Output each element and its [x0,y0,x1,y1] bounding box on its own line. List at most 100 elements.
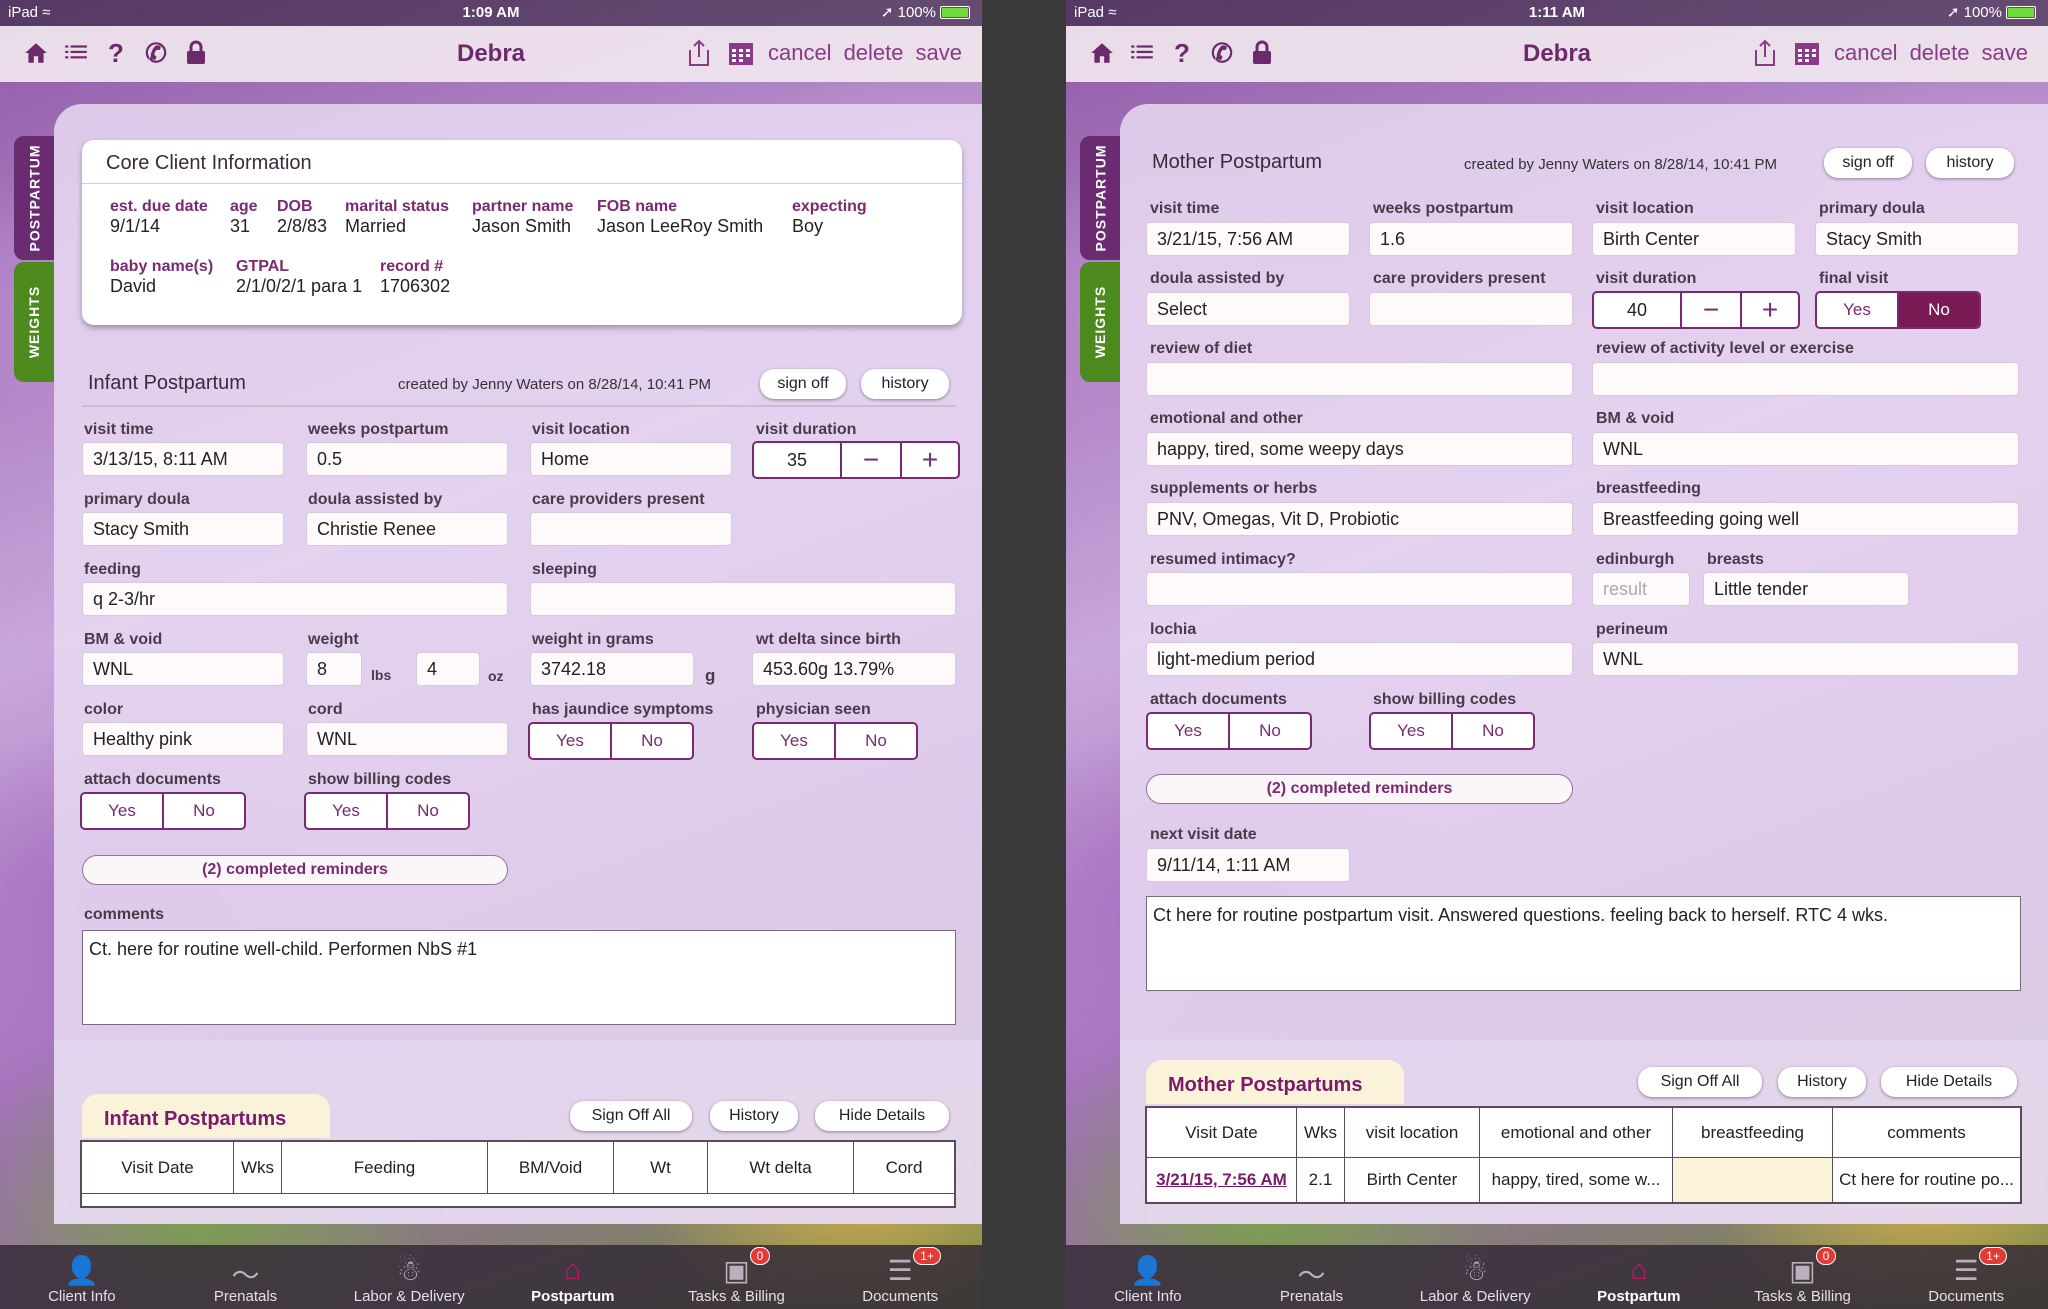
attach-no[interactable]: No [162,794,244,828]
breasts-field[interactable]: Little tender [1703,572,1909,606]
column-header[interactable]: BM/Void [488,1142,614,1193]
tab-postpartum[interactable]: POSTPARTUM [1080,136,1120,260]
color-field[interactable]: Healthy pink [82,722,284,756]
wt-delta-field[interactable]: 453.60g 13.79% [752,652,956,686]
decrement-button[interactable]: − [1682,293,1740,327]
weight-grams-field[interactable]: 3742.18 [530,652,694,686]
history-button[interactable]: history [1926,148,2014,178]
column-header[interactable]: Cord [854,1142,954,1193]
attach-yes[interactable]: Yes [1148,714,1228,748]
list-history-button[interactable]: History [1778,1067,1866,1097]
weeks-postpartum-field[interactable]: 0.5 [306,442,508,476]
tab-documents[interactable]: ☰ 1+ Documents [818,1245,982,1309]
cord-field[interactable]: WNL [306,722,508,756]
column-header[interactable]: Wt delta [708,1142,854,1193]
billing-yes[interactable]: Yes [1371,714,1451,748]
weeks-postpartum-field[interactable]: 1.6 [1369,222,1573,256]
tab-postpartum[interactable]: POSTPARTUM [14,136,54,260]
column-header[interactable]: Wks [1297,1108,1345,1157]
tab-tasks-billing[interactable]: ▣ 0 Tasks & Billing [1721,1245,1885,1309]
share-icon[interactable] [684,38,714,68]
delete-button[interactable]: delete [844,40,904,66]
hide-details-button[interactable]: Hide Details [815,1101,949,1131]
review-diet-field[interactable] [1146,362,1573,396]
column-header[interactable]: Visit Date [1147,1108,1297,1157]
billing-yes[interactable]: Yes [306,794,386,828]
save-button[interactable]: save [1982,40,2028,66]
sign-off-all-button[interactable]: Sign Off All [570,1101,692,1131]
delete-button[interactable]: delete [1910,40,1970,66]
comments-textarea[interactable]: Ct here for routine postpartum visit. An… [1146,896,2021,991]
doula-assisted-field[interactable]: Christie Renee [306,512,508,546]
tab-weights[interactable]: WEIGHTS [1080,262,1120,382]
duration-value[interactable]: 40 [1594,293,1682,327]
column-header[interactable]: breastfeeding [1673,1108,1833,1157]
list-history-button[interactable]: History [710,1101,798,1131]
sleeping-field[interactable] [530,582,956,616]
history-button[interactable]: history [861,369,949,399]
review-activity-field[interactable] [1592,362,2019,396]
tab-prenatals[interactable]: 〜 Prenatals [164,1245,328,1309]
share-icon[interactable] [1750,38,1780,68]
save-button[interactable]: save [916,40,962,66]
duration-value[interactable]: 35 [754,443,842,477]
visit-location-field[interactable]: Birth Center [1592,222,1796,256]
jaundice-no[interactable]: No [610,724,692,758]
billing-no[interactable]: No [1451,714,1533,748]
table-row[interactable]: 3/21/15, 7:56 AM 2.1 Birth Center happy,… [1147,1158,2020,1202]
sign-off-all-button[interactable]: Sign Off All [1638,1067,1762,1097]
primary-doula-field[interactable]: Stacy Smith [82,512,284,546]
tab-postpartum-bottom[interactable]: ⌂ Postpartum [1557,1245,1721,1309]
completed-reminders-button[interactable]: (2) completed reminders [82,855,508,885]
supplements-field[interactable]: PNV, Omegas, Vit D, Probiotic [1146,502,1573,536]
final-visit-no[interactable]: No [1897,293,1979,327]
tab-tasks-billing[interactable]: ▣ 0 Tasks & Billing [655,1245,819,1309]
sign-off-button[interactable]: sign off [1824,148,1912,178]
billing-no[interactable]: No [386,794,468,828]
column-header[interactable]: Wks [234,1142,282,1193]
care-providers-field[interactable] [530,512,732,546]
final-visit-yes[interactable]: Yes [1817,293,1897,327]
visit-location-field[interactable]: Home [530,442,732,476]
primary-doula-field[interactable]: Stacy Smith [1815,222,2019,256]
attach-no[interactable]: No [1228,714,1310,748]
weight-oz-field[interactable]: 4 [416,652,480,686]
tab-documents[interactable]: ☰ 1+ Documents [1884,1245,2048,1309]
calendar-icon[interactable] [1792,38,1822,68]
perineum-field[interactable]: WNL [1592,642,2019,676]
bm-void-field[interactable]: WNL [1592,432,2019,466]
emotional-field[interactable]: happy, tired, some weepy days [1146,432,1573,466]
cancel-button[interactable]: cancel [1834,40,1898,66]
care-providers-field[interactable] [1369,292,1573,326]
physician-no[interactable]: No [834,724,916,758]
increment-button[interactable]: + [1740,293,1798,327]
tab-postpartum-bottom[interactable]: ⌂ Postpartum [491,1245,655,1309]
column-header[interactable]: emotional and other [1480,1108,1673,1157]
column-header[interactable]: visit location [1345,1108,1480,1157]
tab-client-info[interactable]: 👤 Client Info [0,1245,164,1309]
increment-button[interactable]: + [900,443,958,477]
column-header[interactable]: Visit Date [82,1142,234,1193]
intimacy-field[interactable] [1146,572,1573,606]
decrement-button[interactable]: − [842,443,900,477]
bm-void-field[interactable]: WNL [82,652,284,686]
tab-prenatals[interactable]: 〜 Prenatals [1230,1245,1394,1309]
attach-yes[interactable]: Yes [82,794,162,828]
column-header[interactable]: Feeding [282,1142,488,1193]
jaundice-yes[interactable]: Yes [530,724,610,758]
column-header[interactable]: Wt [614,1142,708,1193]
comments-textarea[interactable]: Ct. here for routine well-child. Perform… [82,930,956,1025]
weight-lbs-field[interactable]: 8 [306,652,362,686]
sign-off-button[interactable]: sign off [760,369,846,399]
calendar-icon[interactable] [726,38,756,68]
doula-assisted-select[interactable]: Select [1146,292,1350,326]
visit-date-link[interactable]: 3/21/15, 7:56 AM [1147,1158,1297,1202]
next-visit-field[interactable]: 9/11/14, 1:11 AM [1146,848,1350,882]
physician-yes[interactable]: Yes [754,724,834,758]
feeding-field[interactable]: q 2-3/hr [82,582,508,616]
cancel-button[interactable]: cancel [768,40,832,66]
tab-labor-delivery[interactable]: ☃ Labor & Delivery [327,1245,491,1309]
lochia-field[interactable]: light-medium period [1146,642,1573,676]
tab-client-info[interactable]: 👤 Client Info [1066,1245,1230,1309]
visit-time-field[interactable]: 3/13/15, 8:11 AM [82,442,284,476]
